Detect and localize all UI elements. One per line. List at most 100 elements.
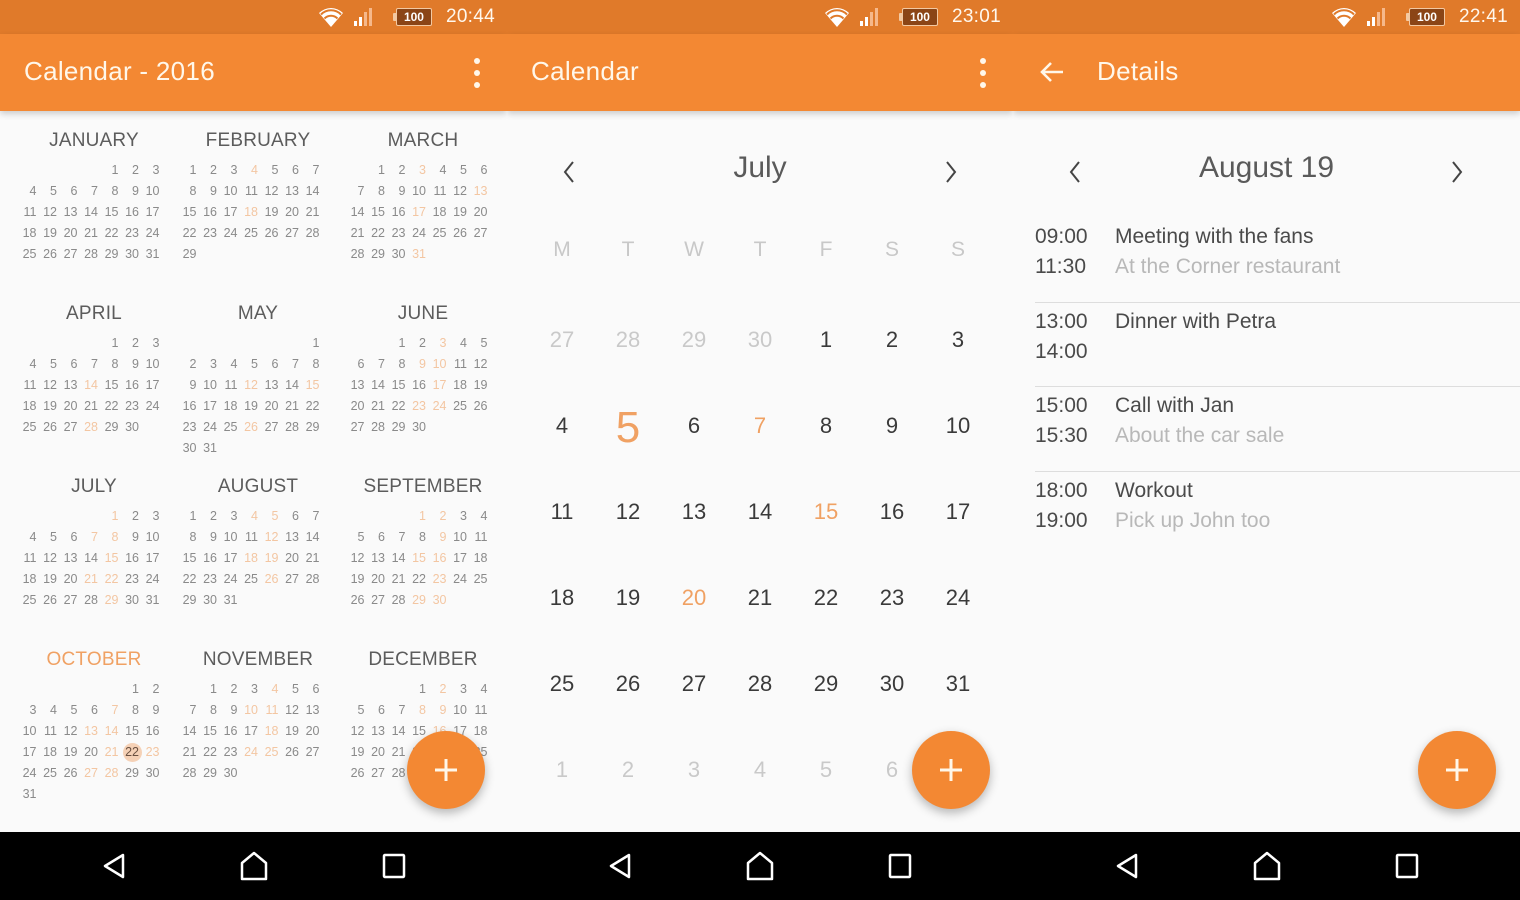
mini-day[interactable]: 5 (281, 679, 302, 700)
mini-day[interactable]: 11 (39, 721, 60, 742)
mini-day[interactable]: 17 (408, 202, 429, 223)
mini-day[interactable]: 12 (346, 721, 367, 742)
mini-day[interactable]: 22 (100, 396, 121, 417)
mini-day[interactable]: 11 (260, 700, 281, 721)
mini-day[interactable]: 4 (428, 160, 449, 181)
mini-day[interactable]: 10 (219, 527, 240, 548)
mini-day[interactable]: 23 (178, 417, 199, 438)
mini-day[interactable]: 1 (100, 506, 121, 527)
mini-day[interactable]: 9 (387, 181, 408, 202)
mini-day[interactable]: 9 (121, 181, 142, 202)
mini-day[interactable]: 13 (59, 548, 80, 569)
day-cell[interactable]: 16 (859, 472, 925, 558)
mini-month-title[interactable]: AUGUST (174, 476, 342, 506)
mini-day[interactable]: 10 (199, 375, 220, 396)
mini-day[interactable]: 10 (449, 527, 470, 548)
mini-day[interactable]: 22 (301, 396, 322, 417)
mini-day[interactable]: 16 (121, 375, 142, 396)
mini-day[interactable]: 5 (260, 506, 281, 527)
mini-day[interactable]: 26 (449, 223, 470, 244)
mini-day[interactable]: 26 (59, 763, 80, 784)
mini-day[interactable]: 30 (408, 417, 429, 438)
mini-day[interactable]: 29 (387, 417, 408, 438)
mini-day[interactable]: 27 (346, 417, 367, 438)
mini-day[interactable]: 15 (121, 721, 142, 742)
mini-day[interactable]: 2 (408, 333, 429, 354)
mini-day[interactable]: 4 (240, 506, 261, 527)
mini-day[interactable]: 19 (39, 223, 60, 244)
mini-day[interactable]: 6 (281, 160, 302, 181)
mini-day[interactable]: 20 (59, 223, 80, 244)
mini-day[interactable]: 5 (39, 181, 60, 202)
mini-day[interactable]: 1 (199, 679, 220, 700)
mini-day[interactable]: 13 (367, 721, 388, 742)
day-cell[interactable]: 22 (793, 558, 859, 644)
mini-day[interactable]: 6 (367, 700, 388, 721)
mini-day[interactable]: 17 (428, 375, 449, 396)
mini-day[interactable]: 1 (408, 679, 429, 700)
mini-day[interactable]: 26 (346, 763, 367, 784)
mini-day[interactable]: 9 (141, 700, 162, 721)
mini-day[interactable]: 15 (387, 375, 408, 396)
day-cell[interactable]: 24 (925, 558, 991, 644)
nav-recents-button[interactable] (830, 832, 970, 900)
mini-day[interactable]: 4 (260, 679, 281, 700)
mini-day[interactable]: 24 (219, 223, 240, 244)
mini-day[interactable]: 20 (346, 396, 367, 417)
mini-day[interactable]: 11 (219, 375, 240, 396)
day-cell[interactable]: 3 (661, 730, 727, 816)
today-marker[interactable]: 22 (121, 742, 142, 763)
nav-home-button[interactable] (690, 832, 830, 900)
mini-day[interactable]: 26 (39, 590, 60, 611)
mini-day[interactable]: 20 (260, 396, 281, 417)
mini-day[interactable]: 2 (178, 354, 199, 375)
mini-day[interactable]: 16 (141, 721, 162, 742)
mini-day[interactable]: 25 (240, 569, 261, 590)
mini-day[interactable]: 28 (301, 223, 322, 244)
mini-day[interactable]: 31 (141, 590, 162, 611)
mini-month-april[interactable]: APRIL 1 2 3 4 5 6 7 8 9 10 11 12 13 14 15 16 17 18 19 20 21 22… (14, 291, 174, 464)
mini-day[interactable]: 14 (301, 527, 322, 548)
mini-day[interactable]: 2 (219, 679, 240, 700)
mini-day[interactable]: 7 (80, 527, 101, 548)
day-cell[interactable]: 7 (727, 386, 793, 472)
mini-day[interactable]: 24 (141, 223, 162, 244)
mini-day[interactable]: 14 (367, 375, 388, 396)
mini-day[interactable]: 29 (367, 244, 388, 265)
mini-month-january[interactable]: JANUARY 1 2 3 4 5 6 7 8 9 10 11 12 13 14 15 16 17 18 19 20 21… (14, 118, 174, 291)
mini-day[interactable]: 15 (199, 721, 220, 742)
mini-day[interactable]: 5 (39, 354, 60, 375)
mini-day[interactable]: 27 (260, 417, 281, 438)
mini-day[interactable]: 25 (18, 590, 39, 611)
mini-day[interactable]: 27 (469, 223, 490, 244)
mini-day[interactable]: 5 (59, 700, 80, 721)
mini-day[interactable]: 5 (240, 354, 261, 375)
mini-day[interactable]: 8 (387, 354, 408, 375)
mini-day[interactable]: 21 (80, 223, 101, 244)
mini-month-title[interactable]: JUNE (342, 303, 504, 333)
mini-day[interactable]: 6 (59, 354, 80, 375)
mini-month-title[interactable]: NOVEMBER (174, 649, 342, 679)
mini-day[interactable]: 16 (408, 375, 429, 396)
mini-day[interactable]: 1 (387, 333, 408, 354)
mini-day[interactable]: 6 (469, 160, 490, 181)
day-cell[interactable]: 2 (595, 730, 661, 816)
mini-day[interactable]: 2 (387, 160, 408, 181)
mini-day[interactable]: 24 (219, 569, 240, 590)
mini-day[interactable]: 18 (428, 202, 449, 223)
mini-day[interactable]: 8 (301, 354, 322, 375)
mini-day[interactable]: 28 (387, 763, 408, 784)
day-cell[interactable]: 10 (925, 386, 991, 472)
mini-day[interactable]: 5 (346, 700, 367, 721)
mini-day[interactable]: 10 (449, 700, 470, 721)
mini-day[interactable]: 22 (178, 223, 199, 244)
mini-day[interactable]: 15 (367, 202, 388, 223)
mini-day[interactable]: 18 (219, 396, 240, 417)
mini-day[interactable]: 27 (80, 763, 101, 784)
mini-day[interactable]: 14 (281, 375, 302, 396)
day-cell[interactable]: 27 (661, 644, 727, 730)
mini-day[interactable]: 13 (281, 181, 302, 202)
day-cell[interactable]: 25 (529, 644, 595, 730)
mini-day[interactable]: 22 (367, 223, 388, 244)
mini-day[interactable]: 31 (18, 784, 39, 805)
